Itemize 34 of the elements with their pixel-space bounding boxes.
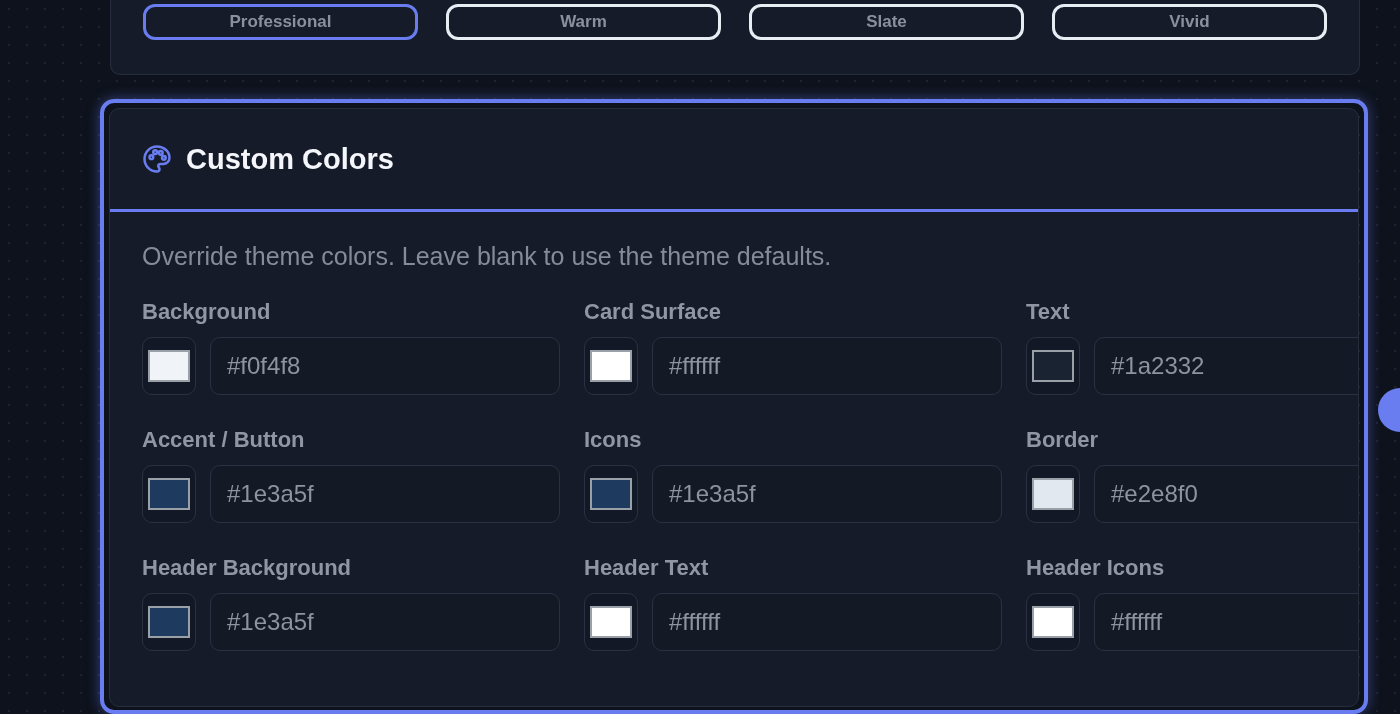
hex-input-field[interactable]: #1a2332: [1094, 337, 1358, 395]
hex-input-field[interactable]: #1e3a5f: [210, 465, 560, 523]
color-picker[interactable]: [1026, 593, 1080, 651]
color-picker[interactable]: [142, 593, 196, 651]
field-label: Card Surface: [584, 299, 722, 325]
color-picker[interactable]: [1026, 465, 1080, 523]
field-label: Text: [1026, 299, 1071, 325]
field-label: Accent / Button: [142, 427, 306, 453]
theme-button[interactable]: Slate: [749, 4, 1024, 40]
field-label: Icons: [584, 427, 643, 453]
hex-input-field[interactable]: #1e3a5f: [652, 465, 1002, 523]
hex-input-field[interactable]: #ffffff: [1094, 593, 1358, 651]
theme-button[interactable]: Professional: [143, 4, 418, 40]
field-label: Header Background: [142, 555, 353, 581]
description: Override theme colors. Leave blank to use the theme defaults.: [142, 242, 833, 271]
theme-button[interactable]: Warm: [446, 4, 721, 40]
color-picker[interactable]: [584, 337, 638, 395]
theme-button[interactable]: Vivid: [1052, 4, 1327, 40]
color-picker[interactable]: [142, 337, 196, 395]
field-label: Background: [142, 299, 272, 325]
hex-input-field[interactable]: #f0f4f8: [210, 337, 560, 395]
color-picker[interactable]: [584, 593, 638, 651]
field-label: Header Icons: [1026, 555, 1166, 581]
color-picker[interactable]: [584, 465, 638, 523]
hex-input-field[interactable]: #e2e8f0: [1094, 465, 1358, 523]
field-label: Border: [1026, 427, 1100, 453]
color-picker[interactable]: [1026, 337, 1080, 395]
hex-input-field[interactable]: #ffffff: [652, 337, 1002, 395]
palette-icon: [142, 144, 172, 174]
color-picker[interactable]: [142, 465, 196, 523]
field-label: Header Text: [584, 555, 710, 581]
hex-input-field[interactable]: #1e3a5f: [210, 593, 560, 651]
section-title: Custom Colors: [186, 142, 394, 176]
hex-input-field[interactable]: #ffffff: [652, 593, 1002, 651]
